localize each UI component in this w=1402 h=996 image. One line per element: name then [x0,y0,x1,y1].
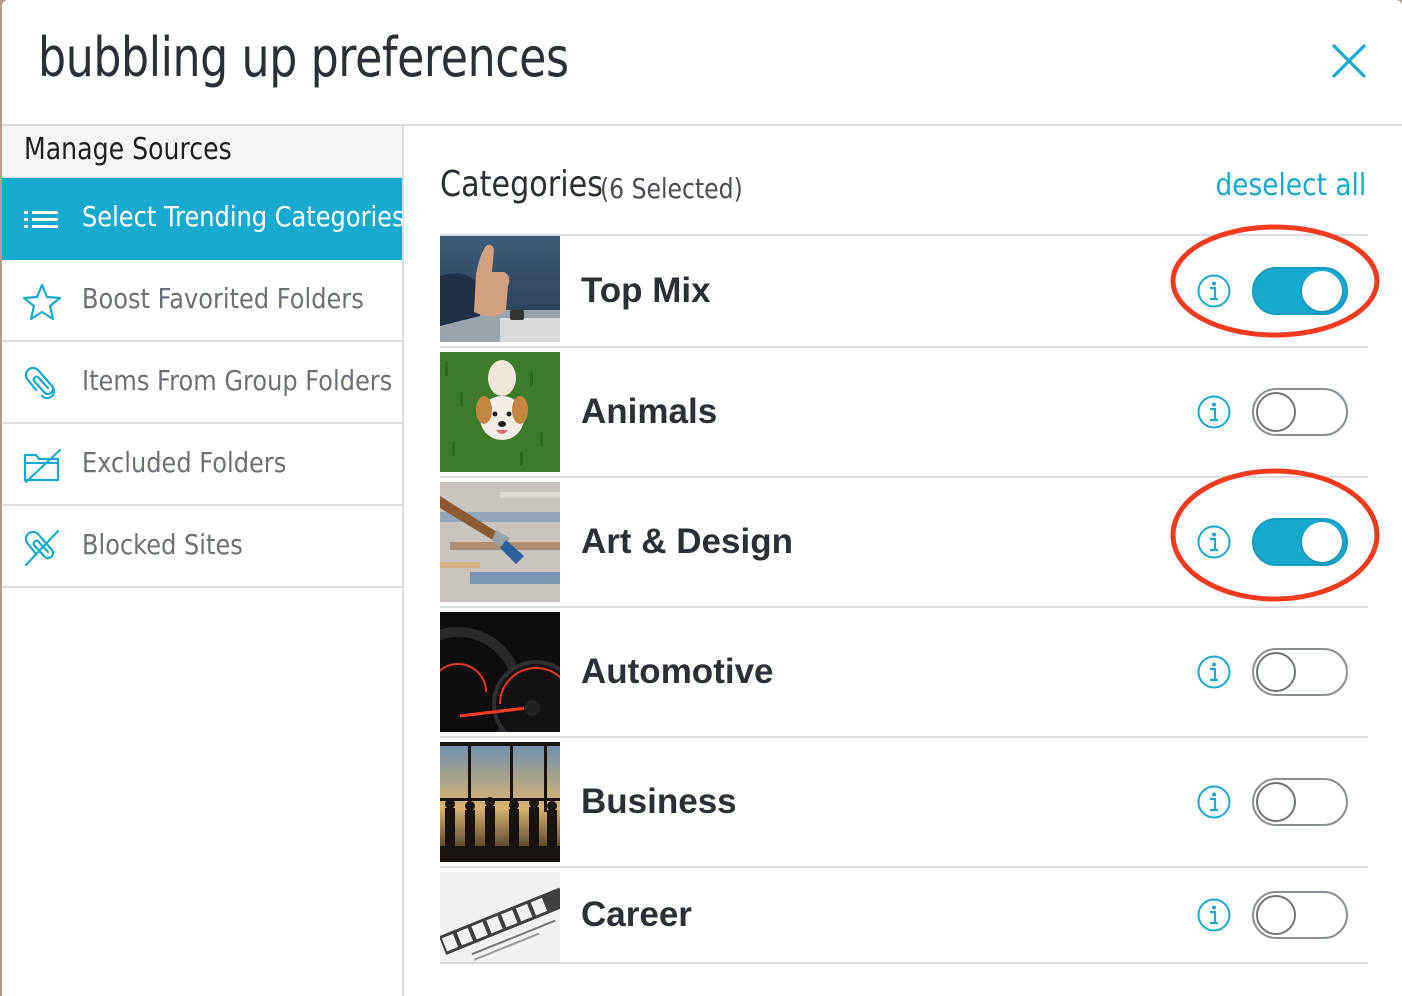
list-icon [24,211,58,228]
sidebar-item-select-trending-categories[interactable]: Select Trending Categories [2,178,405,260]
category-row-business: Business [440,738,1368,868]
sidebar: Manage Sources Select Trending Categorie… [2,126,405,996]
sidebar-item-boost-favorited-folders[interactable]: Boost Favorited Folders [2,260,402,342]
info-icon[interactable] [1196,394,1232,430]
category-toggle[interactable] [1252,891,1348,939]
info-icon[interactable] [1196,524,1232,560]
categories-title: Categories [440,164,603,205]
sidebar-item-blocked-sites[interactable]: Blocked Sites [2,506,402,588]
paperclip-slash-icon [24,529,60,567]
category-toggle[interactable] [1252,778,1348,826]
category-row-animals: Animals [440,348,1368,478]
sidebar-heading-label: Manage Sources [24,132,232,167]
thumbs-up-photo [440,236,560,342]
category-row-art-design: Art & Design [440,468,1380,608]
sidebar-item-items-from-group-folders[interactable]: Items From Group Folders [2,342,402,424]
paperclip-icon [24,366,56,400]
category-row-career: Career [440,868,1368,964]
dialog-header: bubbling up preferences [2,0,1402,126]
toggle-knob [1256,782,1296,822]
category-toggle[interactable] [1252,388,1348,436]
category-label: Top Mix [581,271,711,310]
folder-slash-icon [23,448,62,484]
category-image [440,236,560,342]
business-people-silhouette-photo [440,742,560,862]
toggle-knob [1302,271,1342,311]
sidebar-heading: Manage Sources [2,126,402,178]
category-row-top-mix: Top Mix [440,224,1380,348]
dog-on-grass-photo [440,352,560,472]
category-image [440,352,560,472]
preferences-dialog: bubbling up preferences Manage Sources S… [2,0,1402,996]
category-label: Career [581,895,692,934]
category-toggle[interactable] [1252,518,1348,566]
dialog-title: bubbling up preferences [38,26,569,89]
deselect-all-link[interactable]: deselect all [1215,168,1366,203]
info-icon[interactable] [1196,784,1232,820]
toggle-knob [1256,895,1296,935]
close-icon [1332,44,1366,78]
resume-paper-photo [440,872,560,962]
toggle-knob [1302,522,1342,562]
categories-panel: Categories (6 Selected) deselect all Top… [404,126,1402,996]
toggle-knob [1256,652,1296,692]
category-label: Animals [581,392,718,431]
category-image [440,482,560,602]
category-label: Business [581,782,737,821]
categories-heading: Categories (6 Selected) [440,164,743,205]
category-image [440,872,560,962]
sidebar-item-label: Boost Favorited Folders [82,282,364,315]
speedometer-photo [440,612,560,732]
category-image [440,612,560,732]
sidebar-item-label: Select Trending Categories [82,200,405,233]
sidebar-item-excluded-folders[interactable]: Excluded Folders [2,424,402,506]
toggle-knob [1256,392,1296,432]
category-image [440,742,560,862]
category-toggle[interactable] [1252,267,1348,315]
info-icon[interactable] [1196,897,1232,933]
category-toggle[interactable] [1252,648,1348,696]
category-label: Art & Design [581,522,793,561]
selected-count: (6 Selected) [600,172,743,205]
star-icon [22,283,62,321]
info-icon[interactable] [1196,654,1232,690]
sidebar-item-label: Blocked Sites [82,528,243,561]
category-list: Top Mix Animals Art & Design Automotive … [440,224,1380,964]
sidebar-item-label: Items From Group Folders [82,364,393,397]
paintbrush-photo [440,482,560,602]
category-label: Automotive [581,652,774,691]
category-row-automotive: Automotive [440,608,1368,738]
close-button[interactable] [1324,36,1374,86]
info-icon[interactable] [1196,273,1232,309]
sidebar-item-label: Excluded Folders [82,446,287,479]
